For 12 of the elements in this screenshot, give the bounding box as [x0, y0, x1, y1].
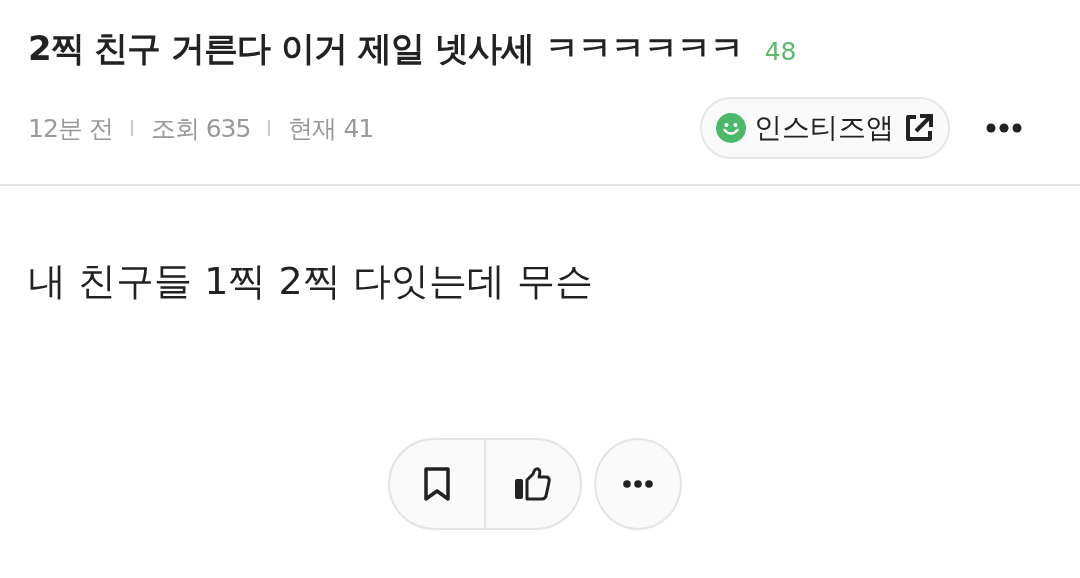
post-meta: 조회 635 — [150, 112, 251, 145]
more-icon — [623, 480, 653, 488]
post-body: 내 친구들 1찍 2찍 다잇는데 무슨 — [27, 258, 594, 305]
smiley-icon — [716, 113, 746, 143]
app-link-button[interactable]: 인스티즈앱 — [700, 97, 950, 159]
bookmark-icon — [423, 466, 451, 502]
post-title: 2찍 친구 거른다 이거 제일 넷사세 ㅋㅋㅋㅋㅋㅋ — [28, 27, 743, 70]
comment-count: 48 — [764, 37, 797, 66]
post-meta: 현재 41 — [288, 112, 374, 145]
post-meta: 12분 전 — [28, 112, 113, 145]
thumbs-up-icon — [514, 466, 552, 502]
more-icon[interactable] — [986, 123, 1022, 133]
